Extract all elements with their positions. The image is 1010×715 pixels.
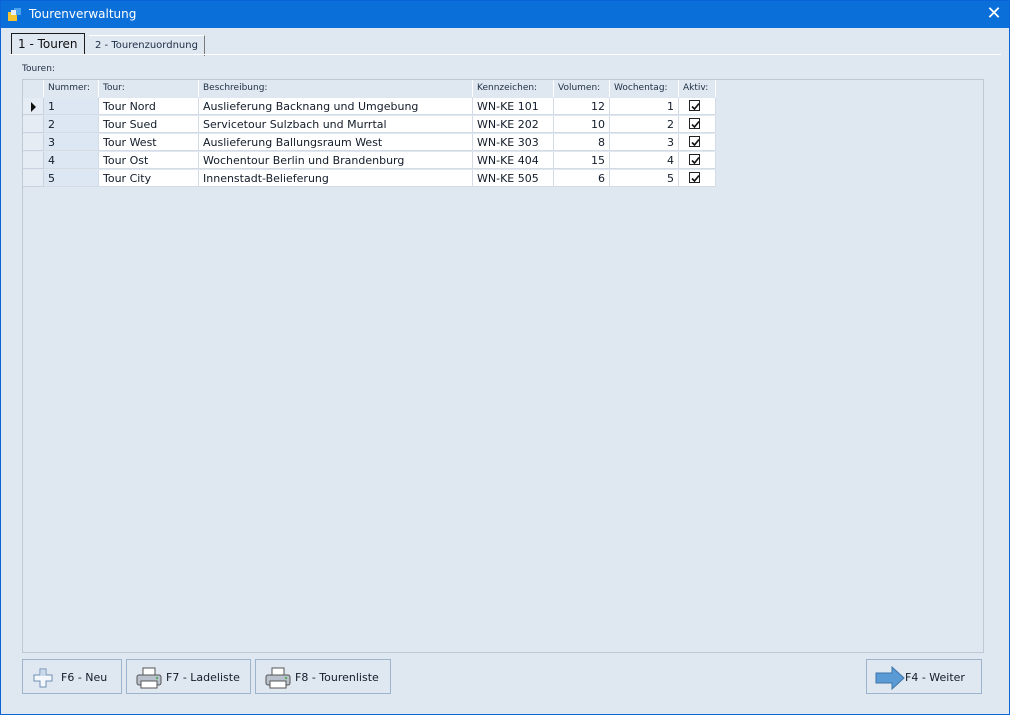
app-icon [7,6,23,22]
cell-wochentag[interactable]: 2 [610,116,679,133]
ladeliste-button-label: F7 - Ladeliste [166,671,240,684]
row-indicator[interactable] [23,98,44,115]
cell-aktiv [679,98,716,115]
cell-kennzeichen[interactable]: WN-KE 202 [473,116,554,133]
add-plus-icon [31,666,55,690]
ladeliste-button[interactable]: F7 - Ladeliste [126,659,251,694]
cell-aktiv [679,134,716,151]
close-icon: ✕ [986,3,1002,24]
cell-nummer[interactable]: 3 [44,134,99,151]
cell-wochentag[interactable]: 5 [610,170,679,187]
cell-wochentag[interactable]: 4 [610,152,679,169]
cell-tour[interactable]: Tour West [99,134,199,151]
cell-aktiv [679,170,716,187]
column-header-wochentag[interactable]: Wochentag: [610,80,679,97]
header-row-indicator [23,80,44,97]
tab-tourenzuordnung-label: 2 - Tourenzuordnung [95,40,198,51]
cell-volumen[interactable]: 12 [554,98,610,115]
weiter-button[interactable]: F4 - Weiter [866,659,982,694]
cell-beschreibung[interactable]: Wochentour Berlin und Brandenburg [199,152,473,169]
cell-tour[interactable]: Tour Sued [99,116,199,133]
tourenliste-button-label: F8 - Tourenliste [295,671,379,684]
aktiv-checkbox[interactable] [689,100,700,111]
cell-tour[interactable]: Tour City [99,170,199,187]
cell-wochentag[interactable]: 1 [610,98,679,115]
section-label: Touren: [22,64,55,74]
cell-kennzeichen[interactable]: WN-KE 303 [473,134,554,151]
tourenliste-button[interactable]: F8 - Tourenliste [255,659,391,694]
aktiv-checkbox[interactable] [689,118,700,129]
close-button[interactable]: ✕ [979,1,1009,28]
cell-nummer[interactable]: 1 [44,98,99,115]
cell-volumen[interactable]: 6 [554,170,610,187]
cell-beschreibung[interactable]: Auslieferung Ballungsraum West [199,134,473,151]
printer-icon [264,666,291,690]
arrow-right-icon [875,665,905,691]
aktiv-checkbox[interactable] [689,154,700,165]
window-title: Tourenverwaltung [29,7,137,21]
tab-touren[interactable]: 1 - Touren [11,33,85,55]
column-header-aktiv[interactable]: Aktiv: [679,80,716,97]
row-indicator[interactable] [23,170,44,187]
touren-panel: Touren: Nummer: Tour: Beschreibung: Kenn… [9,55,1007,711]
cell-kennzeichen[interactable]: WN-KE 101 [473,98,554,115]
current-row-arrow-icon [31,102,36,112]
column-header-beschreibung[interactable]: Beschreibung: [199,80,473,97]
cell-kennzeichen[interactable]: WN-KE 404 [473,152,554,169]
main-window: Tourenverwaltung ✕ 1 - Touren 2 - Touren… [0,0,1010,715]
column-header-volumen[interactable]: Volumen: [554,80,610,97]
aktiv-checkbox[interactable] [689,172,700,183]
column-header-kennzeichen[interactable]: Kennzeichen: [473,80,554,97]
cell-nummer[interactable]: 5 [44,170,99,187]
neu-button[interactable]: F6 - Neu [22,659,122,694]
table-row[interactable]: 3 Tour West Auslieferung Ballungsraum West… [23,134,717,152]
cell-beschreibung[interactable]: Innenstadt-Belieferung [199,170,473,187]
column-header-nummer[interactable]: Nummer: [44,80,99,97]
cell-volumen[interactable]: 10 [554,116,610,133]
cell-aktiv [679,152,716,169]
cell-tour[interactable]: Tour Nord [99,98,199,115]
column-header-tour[interactable]: Tour: [99,80,199,97]
table-row[interactable]: 5 Tour City Innenstadt-Belieferung WN-KE 50… [23,170,717,188]
row-indicator[interactable] [23,152,44,169]
cell-nummer[interactable]: 2 [44,116,99,133]
weiter-button-label: F4 - Weiter [905,671,965,684]
tab-touren-label: 1 - Touren [18,37,78,51]
cell-wochentag[interactable]: 3 [610,134,679,151]
printer-icon [135,666,162,690]
row-indicator[interactable] [23,134,44,151]
table-row[interactable]: 1 Tour Nord Auslieferung Backnang und Umge… [23,98,717,116]
tab-strip: 1 - Touren 2 - Tourenzuordnung [9,33,1001,56]
cell-kennzeichen[interactable]: WN-KE 505 [473,170,554,187]
cell-beschreibung[interactable]: Servicetour Sulzbach und Murrtal [199,116,473,133]
row-indicator[interactable] [23,116,44,133]
aktiv-checkbox[interactable] [689,136,700,147]
cell-nummer[interactable]: 4 [44,152,99,169]
touren-grid[interactable]: Nummer: Tour: Beschreibung: Kennzeichen:… [22,79,984,653]
cell-volumen[interactable]: 15 [554,152,610,169]
title-bar: Tourenverwaltung ✕ [1,1,1009,28]
cell-tour[interactable]: Tour Ost [99,152,199,169]
neu-button-label: F6 - Neu [61,671,108,684]
table-row[interactable]: 4 Tour Ost Wochentour Berlin und Brandenbu… [23,152,717,170]
cell-volumen[interactable]: 8 [554,134,610,151]
table-row[interactable]: 2 Tour Sued Servicetour Sulzbach und Murrt… [23,116,717,134]
cell-beschreibung[interactable]: Auslieferung Backnang und Umgebung [199,98,473,115]
cell-aktiv [679,116,716,133]
tab-tourenzuordnung[interactable]: 2 - Tourenzuordnung [89,35,205,56]
